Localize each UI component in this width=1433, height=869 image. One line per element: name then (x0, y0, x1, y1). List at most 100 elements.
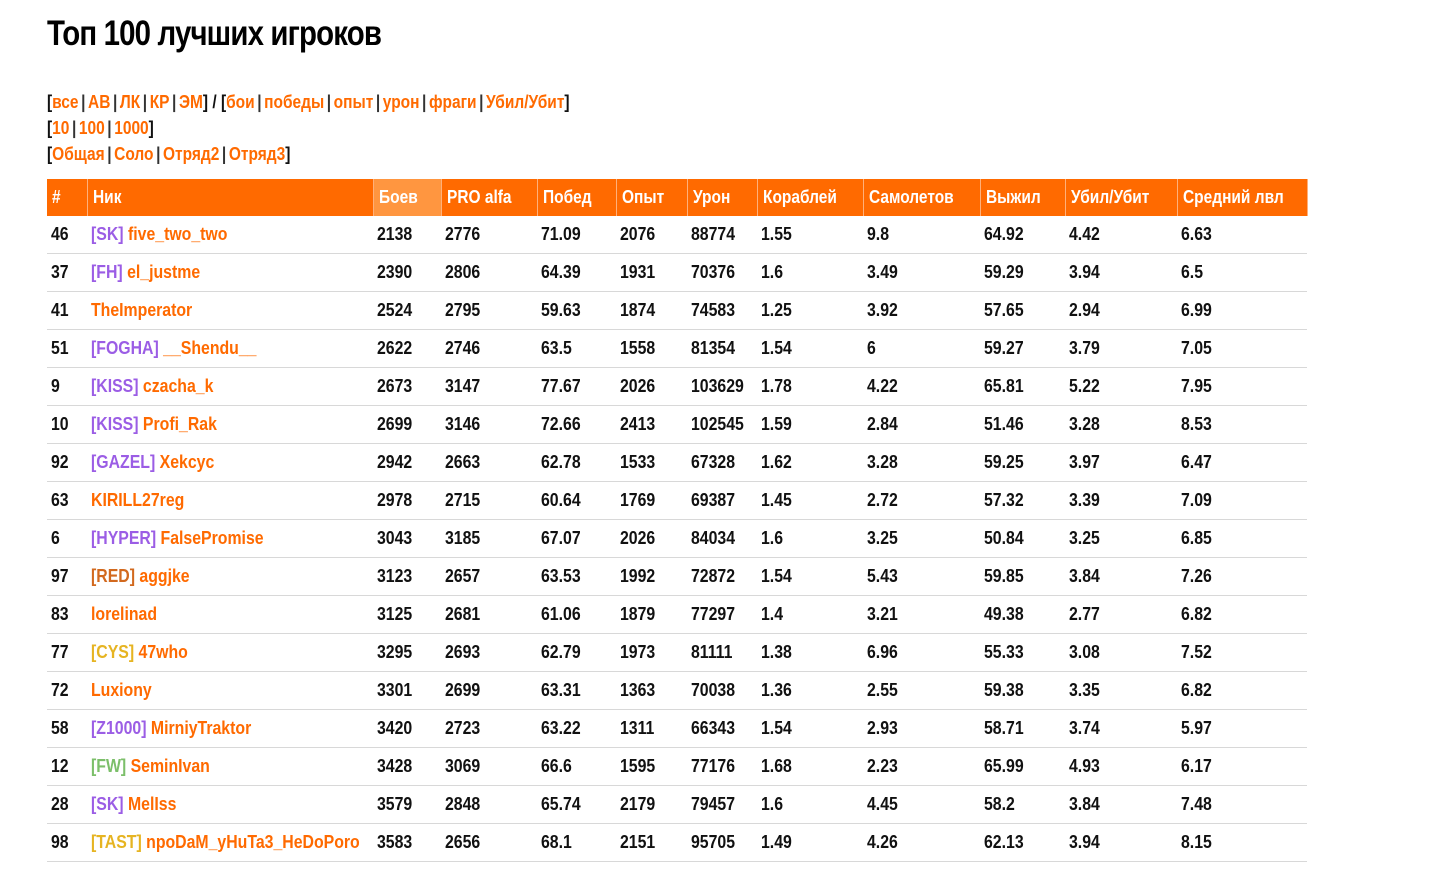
cell-value: 4.26 (867, 832, 898, 852)
cell-value: 55.33 (984, 642, 1024, 662)
player-nick-link[interactable]: lorelinad (91, 604, 157, 624)
clan-tag[interactable]: [FH] (91, 262, 123, 282)
cell-value: 62.79 (541, 642, 581, 662)
player-nick-link[interactable]: SeminIvan (131, 756, 210, 776)
filter-link[interactable]: 10 (52, 118, 69, 138)
column-header[interactable]: Урон (687, 179, 758, 216)
cell-value: 1.6 (761, 262, 784, 282)
cell-exp: 1879 (616, 595, 687, 634)
player-nick-link[interactable]: 47who (139, 642, 188, 662)
cell-value: 1.49 (761, 832, 792, 852)
cell-planes: 3.21 (863, 595, 980, 634)
column-header[interactable]: Побед (537, 179, 617, 216)
cell-value: 102545 (691, 414, 744, 434)
cell-value: 77 (51, 642, 69, 662)
filter-link[interactable]: КР (150, 92, 170, 112)
clan-tag[interactable]: [HYPER] (91, 528, 156, 548)
player-nick-link[interactable]: npoDaM_yHuTa3_HeDoPoro (146, 832, 360, 852)
filter-link[interactable]: фраги (429, 92, 477, 112)
player-nick-link[interactable]: KIRILL27reg (91, 490, 184, 510)
filter-link[interactable]: все (52, 92, 78, 112)
filter-link[interactable]: бои (226, 92, 255, 112)
filter-link[interactable]: ЭМ (179, 92, 203, 112)
cell-value: 3.39 (1069, 490, 1100, 510)
clan-tag[interactable]: [GAZEL] (91, 452, 155, 472)
player-nick-link[interactable]: __Shendu__ (163, 338, 256, 358)
player-nick-link[interactable]: FalsePromise (161, 528, 264, 548)
column-header[interactable]: Опыт (616, 179, 688, 216)
player-nick-link[interactable]: Profi_Rak (143, 414, 217, 434)
player-nick-link[interactable]: five_two_two (128, 224, 227, 244)
clan-tag[interactable]: [RED] (91, 566, 135, 586)
clan-tag[interactable]: [TAST] (91, 832, 142, 852)
cell-wins: 72.66 (537, 405, 616, 444)
cell-wins: 62.79 (537, 633, 616, 672)
column-header[interactable]: PRO alfa (441, 179, 538, 216)
filter-link[interactable]: 1000 (114, 118, 148, 138)
column-header[interactable]: Выжил (980, 179, 1066, 216)
cell-value: 51.46 (984, 414, 1024, 434)
player-nick-link[interactable]: Xekcyc (160, 452, 215, 472)
filter-link[interactable]: урон (383, 92, 420, 112)
player-nick-link[interactable]: el_justme (127, 262, 200, 282)
cell-survived: 59.27 (980, 329, 1065, 368)
player-nick-link[interactable]: MelIss (128, 794, 176, 814)
filter-link[interactable]: Отряд3 (229, 144, 285, 164)
clan-tag[interactable]: [Z1000] (91, 718, 146, 738)
column-header[interactable]: Убил/Убит (1065, 179, 1178, 216)
filter-bracket: ] / [ (202, 92, 227, 112)
column-header[interactable]: # (47, 179, 88, 216)
cell-value: 1.54 (761, 338, 792, 358)
cell-pro: 2723 (441, 709, 537, 748)
cell-ships: 1.6 (757, 519, 863, 558)
cell-lvl: 6.99 (1177, 291, 1307, 330)
filter-link[interactable]: Соло (114, 144, 153, 164)
filter-link[interactable]: ЛК (120, 92, 140, 112)
clan-tag[interactable]: [SK] (91, 224, 124, 244)
column-header[interactable]: Боев (373, 179, 442, 216)
player-nick-link[interactable]: czacha_k (143, 376, 213, 396)
cell-value: 2622 (377, 338, 413, 358)
cell-value: 10 (51, 414, 69, 434)
player-nick-link[interactable]: TheImperator (91, 300, 192, 320)
column-header[interactable]: Ник (87, 179, 374, 216)
filter-link[interactable]: победы (264, 92, 324, 112)
table-row: 97 [RED] aggjke 3123 2657 63.53 1992 72872 1.54… (47, 557, 1307, 596)
cell-value: 1.78 (761, 376, 792, 396)
cell-dmg: 69387 (687, 481, 757, 520)
cell-value: 72 (51, 680, 69, 700)
filter-link[interactable]: Убил/Убит (486, 92, 564, 112)
column-header[interactable]: Средний лвл (1177, 179, 1308, 216)
filter-link[interactable]: Отряд2 (163, 144, 219, 164)
cell-planes: 2.23 (863, 747, 980, 786)
cell-dmg: 81111 (687, 633, 757, 672)
filter-bracket: ] (148, 118, 154, 138)
filter-link[interactable]: опыт (334, 92, 374, 112)
filter-link[interactable]: АВ (88, 92, 110, 112)
clan-tag[interactable]: [FOGHA] (91, 338, 159, 358)
filter-link[interactable]: 100 (79, 118, 105, 138)
column-header[interactable]: Самолетов (863, 179, 981, 216)
clan-tag[interactable]: [CYS] (91, 642, 134, 662)
cell-dmg: 81354 (687, 329, 757, 368)
clan-tag[interactable]: [KISS] (91, 414, 139, 434)
filter-link[interactable]: Общая (52, 144, 105, 164)
column-header-label: Побед (542, 187, 592, 207)
cell-value: 2699 (377, 414, 413, 434)
cell-value: 1.38 (761, 642, 792, 662)
cell-kd: 3.79 (1065, 329, 1177, 368)
cell-value: 2.77 (1069, 604, 1100, 624)
clan-tag[interactable]: [SK] (91, 794, 124, 814)
cell-value: 3125 (377, 604, 413, 624)
cell-value: 63 (51, 490, 69, 510)
clan-tag[interactable]: [KISS] (91, 376, 139, 396)
cell-wins: 71.09 (537, 216, 616, 254)
player-nick-link[interactable]: Luxiony (91, 680, 152, 700)
player-nick-link[interactable]: MirniyTraktor (151, 718, 251, 738)
clan-tag[interactable]: [FW] (91, 756, 126, 776)
cell-rank: 72 (47, 671, 87, 710)
cell-value: 6.17 (1181, 756, 1212, 776)
cell-ships: 1.45 (757, 481, 863, 520)
column-header[interactable]: Кораблей (757, 179, 864, 216)
player-nick-link[interactable]: aggjke (139, 566, 189, 586)
